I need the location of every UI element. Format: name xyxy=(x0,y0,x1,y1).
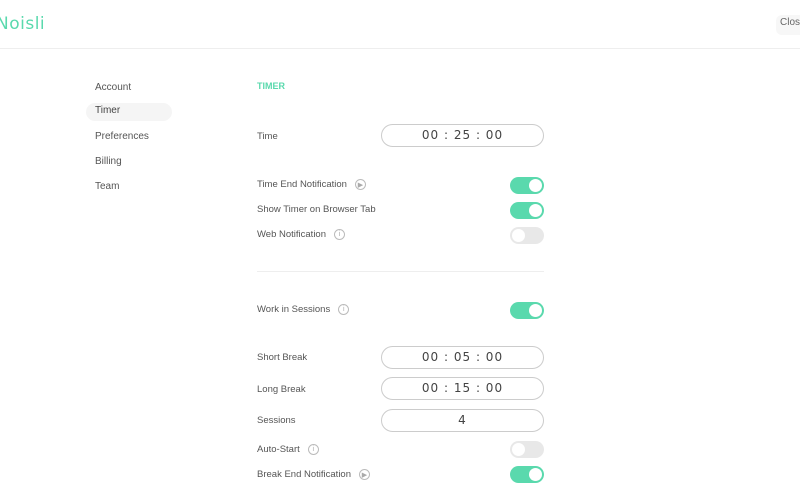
label: Time End Notification xyxy=(257,179,347,190)
sidebar-item-timer[interactable]: Timer xyxy=(86,103,172,121)
header: Noisli Close xyxy=(0,0,800,49)
sidebar-item-preferences[interactable]: Preferences xyxy=(86,129,172,147)
sidebar-item-team[interactable]: Team xyxy=(86,179,172,197)
section-title: TIMER xyxy=(257,81,285,91)
long-break-input[interactable]: 00 : 15 : 00 xyxy=(381,377,544,400)
logo[interactable]: Noisli xyxy=(0,14,45,34)
work-sessions-toggle[interactable] xyxy=(510,302,544,319)
work-sessions-row: Work in Sessions i xyxy=(257,304,349,315)
break-end-toggle[interactable] xyxy=(510,466,544,483)
label: Auto-Start xyxy=(257,444,300,455)
show-timer-toggle[interactable] xyxy=(510,202,544,219)
sessions-input[interactable]: 4 xyxy=(381,409,544,432)
short-break-input[interactable]: 00 : 05 : 00 xyxy=(381,346,544,369)
info-icon[interactable]: i xyxy=(308,444,319,455)
close-button[interactable]: Close xyxy=(776,15,800,35)
sidebar-item-billing[interactable]: Billing xyxy=(86,154,172,172)
break-end-row: Break End Notification ▶ xyxy=(257,469,370,480)
label: Break End Notification xyxy=(257,469,351,480)
time-label: Time xyxy=(257,131,278,142)
show-timer-label: Show Timer on Browser Tab xyxy=(257,204,376,215)
time-end-notification-row: Time End Notification ▶ xyxy=(257,179,366,190)
auto-start-row: Auto-Start i xyxy=(257,444,319,455)
time-end-notification-toggle[interactable] xyxy=(510,177,544,194)
label: Web Notification xyxy=(257,229,326,240)
web-notification-row: Web Notification i xyxy=(257,229,345,240)
web-notification-toggle[interactable] xyxy=(510,227,544,244)
sidebar-item-account[interactable]: Account xyxy=(86,80,172,98)
play-icon[interactable]: ▶ xyxy=(355,179,366,190)
info-icon[interactable]: i xyxy=(334,229,345,240)
short-break-label: Short Break xyxy=(257,352,307,363)
info-icon[interactable]: i xyxy=(338,304,349,315)
auto-start-toggle[interactable] xyxy=(510,441,544,458)
label: Work in Sessions xyxy=(257,304,330,315)
sessions-label: Sessions xyxy=(257,415,296,426)
play-icon[interactable]: ▶ xyxy=(359,469,370,480)
time-input[interactable]: 00 : 25 : 00 xyxy=(381,124,544,147)
divider xyxy=(257,271,544,272)
long-break-label: Long Break xyxy=(257,384,306,395)
